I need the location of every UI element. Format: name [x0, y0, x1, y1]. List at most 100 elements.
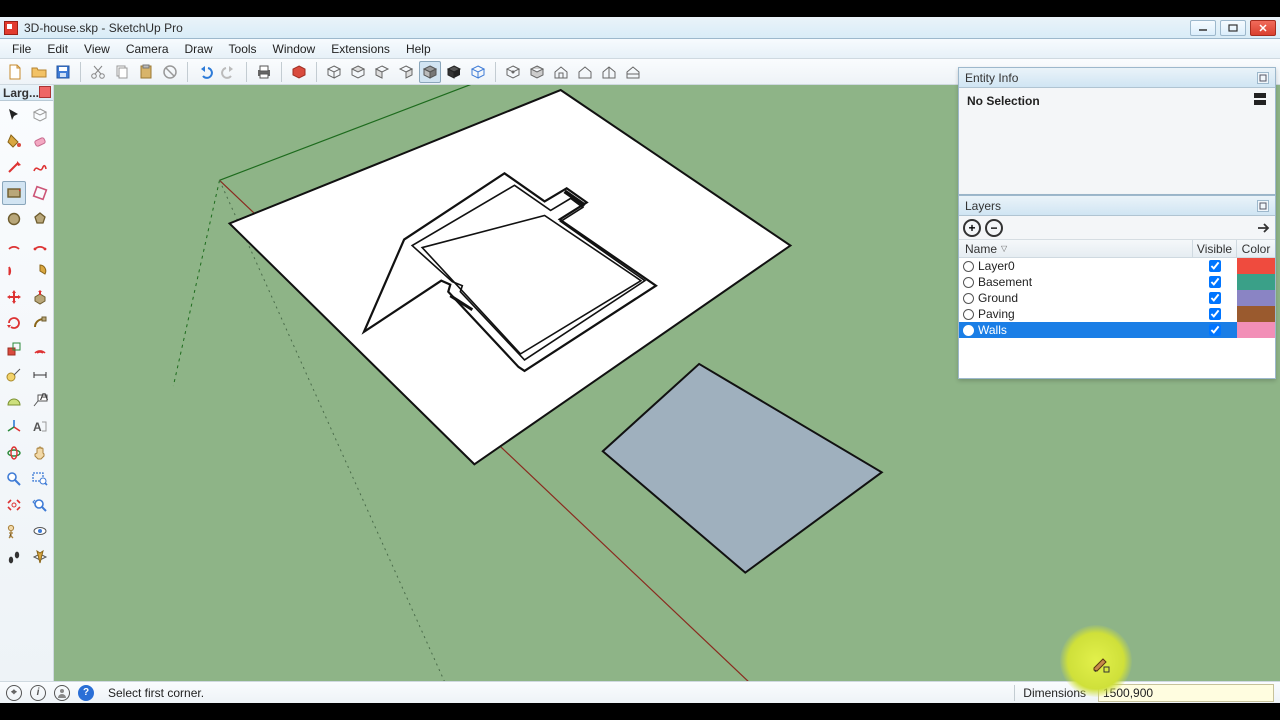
layer-row[interactable]: Basement	[959, 274, 1275, 290]
look-around-icon[interactable]	[28, 519, 52, 543]
dimension-tool-icon[interactable]	[28, 363, 52, 387]
status-geoloc-icon[interactable]: ⌖	[6, 685, 22, 701]
delete-icon[interactable]	[159, 61, 181, 83]
layer-visible-checkbox[interactable]	[1209, 324, 1221, 336]
menu-window[interactable]: Window	[265, 39, 324, 58]
open-file-icon[interactable]	[28, 61, 50, 83]
arc-tool-icon[interactable]	[2, 233, 26, 257]
make-group-icon[interactable]	[526, 61, 548, 83]
undo-icon[interactable]	[194, 61, 216, 83]
layers-collapse-icon[interactable]	[1257, 200, 1269, 212]
layer-visible-checkbox[interactable]	[1209, 292, 1221, 304]
layer-color-swatch[interactable]	[1237, 258, 1275, 274]
menu-view[interactable]: View	[76, 39, 118, 58]
layer-visible-checkbox[interactable]	[1209, 260, 1221, 272]
layer-row[interactable]: Paving	[959, 306, 1275, 322]
menu-file[interactable]: File	[4, 39, 39, 58]
menu-help[interactable]: Help	[398, 39, 439, 58]
model-info-icon[interactable]	[288, 61, 310, 83]
arc3-tool-icon[interactable]	[2, 259, 26, 283]
home-3-icon[interactable]	[598, 61, 620, 83]
home-1-icon[interactable]	[550, 61, 572, 83]
add-layer-button[interactable]: +	[963, 219, 981, 237]
freehand-icon[interactable]	[28, 155, 52, 179]
eraser-icon[interactable]	[28, 129, 52, 153]
cut-icon[interactable]	[87, 61, 109, 83]
save-file-icon[interactable]	[52, 61, 74, 83]
right-view-icon[interactable]	[395, 61, 417, 83]
tape-measure-icon[interactable]	[2, 363, 26, 387]
rotate-tool-icon[interactable]	[2, 311, 26, 335]
layer-radio[interactable]	[963, 261, 974, 272]
layers-col-color[interactable]: Color	[1237, 240, 1275, 257]
protractor-icon[interactable]	[2, 389, 26, 413]
paint-bucket-icon[interactable]	[2, 129, 26, 153]
select-tool-icon[interactable]	[2, 103, 26, 127]
status-signin-icon[interactable]	[54, 685, 70, 701]
walk-tool-icon[interactable]	[2, 545, 26, 569]
zoom-window-icon[interactable]	[28, 467, 52, 491]
3dtext-icon[interactable]: A	[28, 415, 52, 439]
arc2-tool-icon[interactable]	[28, 233, 52, 257]
make-component-icon[interactable]	[502, 61, 524, 83]
pie-tool-icon[interactable]	[28, 259, 52, 283]
followme-tool-icon[interactable]	[28, 311, 52, 335]
layer-radio[interactable]	[963, 325, 974, 336]
menu-edit[interactable]: Edit	[39, 39, 76, 58]
home-2-icon[interactable]	[574, 61, 596, 83]
status-credits-icon[interactable]: i	[30, 685, 46, 701]
scale-tool-icon[interactable]	[2, 337, 26, 361]
layer-color-swatch[interactable]	[1237, 290, 1275, 306]
status-help-icon[interactable]: ?	[78, 685, 94, 701]
zoom-tool-icon[interactable]	[2, 467, 26, 491]
menu-extensions[interactable]: Extensions	[323, 39, 398, 58]
paste-icon[interactable]	[135, 61, 157, 83]
layers-col-visible[interactable]: Visible	[1193, 240, 1237, 257]
print-icon[interactable]	[253, 61, 275, 83]
menu-camera[interactable]: Camera	[118, 39, 177, 58]
shaded-textures-icon[interactable]	[419, 61, 441, 83]
text-tool-icon[interactable]: A1	[28, 389, 52, 413]
layers-col-name[interactable]: Name▽	[959, 240, 1193, 257]
left-toolbar-title[interactable]: Larg...	[0, 85, 53, 101]
circle-tool-icon[interactable]	[2, 207, 26, 231]
move-tool-icon[interactable]	[2, 285, 26, 309]
redo-icon[interactable]	[218, 61, 240, 83]
zoom-extents-icon[interactable]	[2, 493, 26, 517]
offset-tool-icon[interactable]	[28, 337, 52, 361]
line-tool-icon[interactable]	[2, 155, 26, 179]
layers-panel[interactable]: Layers + − Name▽ Visible Color Layer0Bas…	[958, 195, 1276, 379]
entity-info-expand-icon[interactable]	[1253, 92, 1267, 106]
axes-tool-icon[interactable]	[2, 415, 26, 439]
remove-layer-button[interactable]: −	[985, 219, 1003, 237]
iso-view-icon[interactable]	[323, 61, 345, 83]
close-button[interactable]	[1250, 20, 1276, 36]
dimensions-input[interactable]: 1500,900	[1098, 684, 1274, 702]
layer-radio[interactable]	[963, 293, 974, 304]
rotated-rectangle-icon[interactable]	[28, 181, 52, 205]
layers-title-bar[interactable]: Layers	[959, 196, 1275, 216]
pushpull-tool-icon[interactable]	[28, 285, 52, 309]
rectangle-tool-icon[interactable]	[2, 181, 26, 205]
polygon-tool-icon[interactable]	[28, 207, 52, 231]
layer-visible-checkbox[interactable]	[1209, 276, 1221, 288]
layer-radio[interactable]	[963, 309, 974, 320]
copy-icon[interactable]	[111, 61, 133, 83]
layer-row[interactable]: Ground	[959, 290, 1275, 306]
zoom-previous-icon[interactable]	[28, 493, 52, 517]
entity-info-title-bar[interactable]: Entity Info	[959, 68, 1275, 88]
front-view-icon[interactable]	[371, 61, 393, 83]
position-camera-icon[interactable]	[2, 519, 26, 543]
minimize-button[interactable]	[1190, 20, 1216, 36]
layers-flyout-icon[interactable]	[1257, 221, 1271, 235]
component-tool-icon[interactable]	[28, 103, 52, 127]
menu-tools[interactable]: Tools	[221, 39, 265, 58]
orbit-tool-icon[interactable]	[2, 441, 26, 465]
section-plane-icon[interactable]	[28, 545, 52, 569]
entity-info-collapse-icon[interactable]	[1257, 72, 1269, 84]
layer-row[interactable]: Walls	[959, 322, 1275, 338]
left-toolbar-close-icon[interactable]	[39, 86, 51, 98]
layer-row[interactable]: Layer0	[959, 258, 1275, 274]
monochrome-icon[interactable]	[467, 61, 489, 83]
pan-tool-icon[interactable]	[28, 441, 52, 465]
